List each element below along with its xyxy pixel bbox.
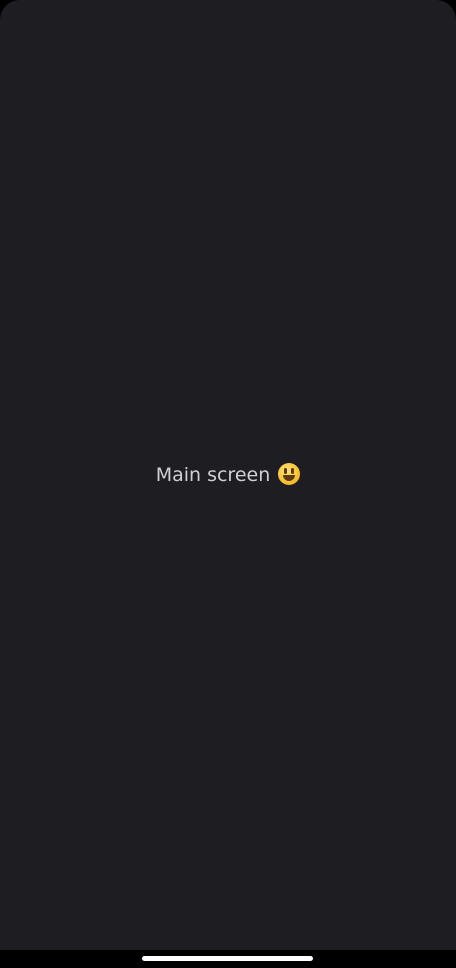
device-frame: Main screen xyxy=(0,0,456,968)
home-indicator[interactable] xyxy=(142,956,313,961)
main-screen-label: Main screen xyxy=(155,464,271,486)
main-screen: Main screen xyxy=(0,0,456,950)
smiley-face-icon xyxy=(278,463,301,485)
main-screen-message: Main screen xyxy=(0,462,456,488)
